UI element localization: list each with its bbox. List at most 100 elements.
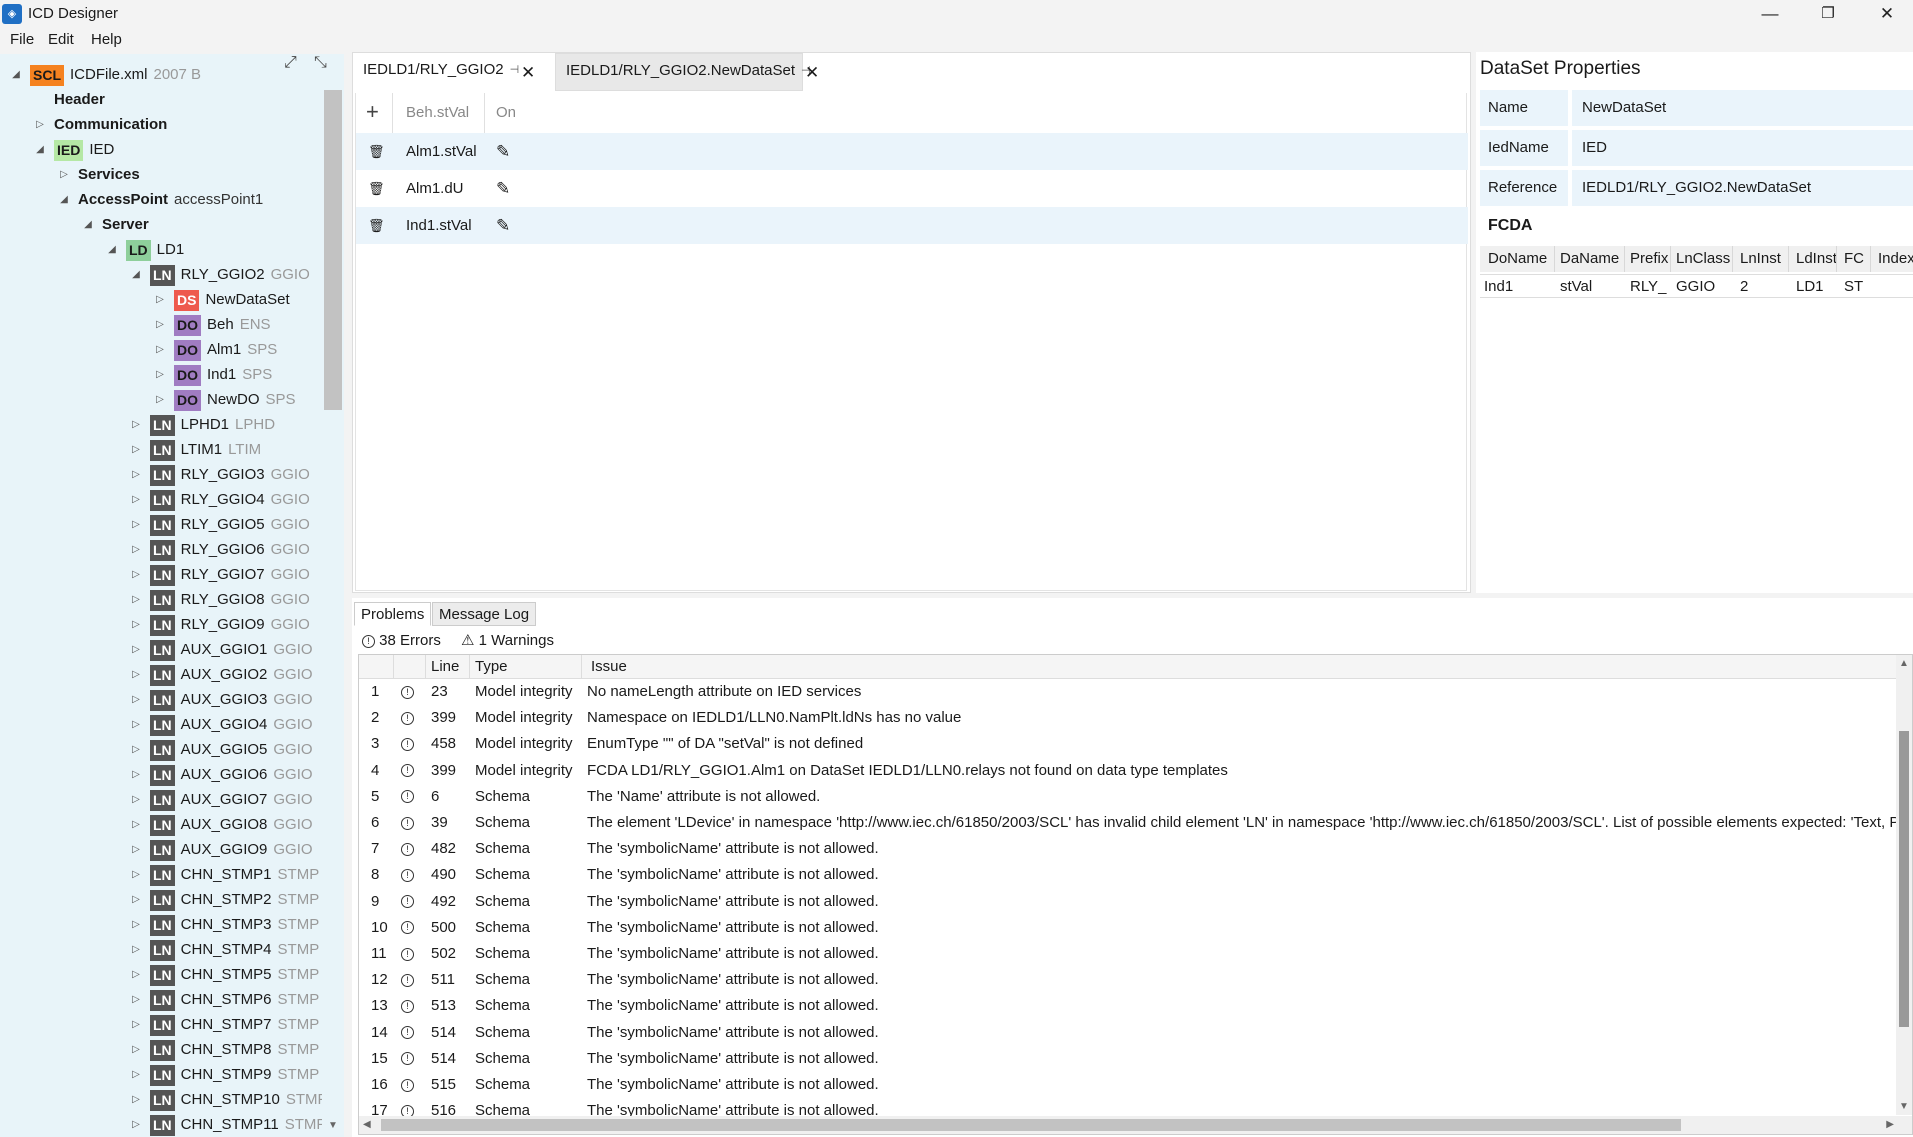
- issues-hscrollbar[interactable]: ◀ ▶: [359, 1116, 1912, 1134]
- expand-caret-icon[interactable]: ▷: [154, 312, 166, 337]
- fcda-row[interactable]: Ind1 stVal RLY_ GGIO 2 LD1 ST: [1480, 274, 1913, 298]
- menu-help[interactable]: Help: [91, 31, 122, 48]
- property-value[interactable]: IED: [1572, 130, 1913, 166]
- issue-row[interactable]: 2! 399 Model integrity Namespace on IEDLD1/…: [359, 705, 1899, 731]
- expand-caret-icon[interactable]: ▷: [130, 462, 142, 487]
- issues-hscroll-thumb[interactable]: [381, 1119, 1681, 1131]
- issue-row[interactable]: 15! 514 Schema The 'symbolicName' attribute…: [359, 1046, 1899, 1072]
- issue-row[interactable]: 9! 492 Schema The 'symbolicName' attribute …: [359, 889, 1899, 915]
- collapse-caret-icon[interactable]: ◢: [34, 137, 46, 162]
- add-icon[interactable]: +: [366, 99, 379, 125]
- dataset-row[interactable]: 🗑 Ind1.stVal ✎: [356, 207, 1468, 244]
- expand-caret-icon[interactable]: ▷: [130, 712, 142, 737]
- issues-vscroll-thumb[interactable]: [1899, 731, 1909, 1027]
- expand-caret-icon[interactable]: ▷: [58, 162, 70, 187]
- fcda-column-header[interactable]: DaName: [1560, 246, 1619, 272]
- tab-problems[interactable]: Problems: [354, 602, 432, 626]
- expand-caret-icon[interactable]: ▷: [154, 337, 166, 362]
- collapse-caret-icon[interactable]: ◢: [82, 212, 94, 237]
- expand-caret-icon[interactable]: ▷: [130, 1012, 142, 1037]
- expand-caret-icon[interactable]: ▷: [130, 1087, 142, 1112]
- issue-row[interactable]: 8! 490 Schema The 'symbolicName' attribute …: [359, 862, 1899, 888]
- expand-caret-icon[interactable]: ▷: [130, 437, 142, 462]
- issue-row[interactable]: 13! 513 Schema The 'symbolicName' attribute…: [359, 993, 1899, 1019]
- col-type[interactable]: Type: [475, 655, 508, 679]
- expand-caret-icon[interactable]: ▷: [154, 362, 166, 387]
- tab-message-log[interactable]: Message Log: [432, 602, 537, 626]
- expand-caret-icon[interactable]: ▷: [130, 487, 142, 512]
- warnings-count[interactable]: 1 Warnings: [479, 632, 554, 649]
- close-tab-icon[interactable]: ✕: [805, 63, 819, 83]
- expand-caret-icon[interactable]: ▷: [130, 937, 142, 962]
- property-value[interactable]: IEDLD1/RLY_GGIO2.NewDataSet: [1572, 170, 1913, 206]
- issue-row[interactable]: 1! 23 Model integrity No nameLength attribu…: [359, 679, 1899, 705]
- issue-row[interactable]: 11! 502 Schema The 'symbolicName' attribute…: [359, 941, 1899, 967]
- expand-caret-icon[interactable]: ▷: [130, 687, 142, 712]
- fcda-column-header[interactable]: Prefix: [1630, 246, 1668, 272]
- pin-icon[interactable]: ⊣: [510, 64, 520, 76]
- edit-icon[interactable]: ✎: [496, 170, 510, 207]
- expand-all-icon[interactable]: ⤢: [284, 54, 297, 72]
- expand-caret-icon[interactable]: ▷: [130, 562, 142, 587]
- dataset-row[interactable]: 🗑 Alm1.dU ✎: [356, 170, 1468, 207]
- col-line[interactable]: Line: [431, 655, 459, 679]
- expand-caret-icon[interactable]: ▷: [130, 837, 142, 862]
- expand-caret-icon[interactable]: ▷: [130, 412, 142, 437]
- edit-icon[interactable]: ✎: [496, 133, 510, 170]
- fcda-column-header[interactable]: Index: [1878, 246, 1913, 272]
- issue-row[interactable]: 5! 6 Schema The 'Name' attribute is not all…: [359, 784, 1899, 810]
- expand-caret-icon[interactable]: ▷: [34, 112, 46, 137]
- expand-caret-icon[interactable]: ▷: [130, 662, 142, 687]
- maximize-button[interactable]: ❐: [1805, 0, 1851, 28]
- expand-caret-icon[interactable]: ▷: [130, 962, 142, 987]
- property-value[interactable]: NewDataSet: [1572, 90, 1913, 126]
- issue-row[interactable]: 6! 39 Schema The element 'LDevice' in names…: [359, 810, 1899, 836]
- expand-caret-icon[interactable]: ▷: [130, 737, 142, 762]
- expand-caret-icon[interactable]: ▷: [130, 1037, 142, 1062]
- fcda-column-header[interactable]: LnInst: [1740, 246, 1781, 272]
- issue-row[interactable]: 3! 458 Model integrity EnumType "" of DA "s…: [359, 731, 1899, 757]
- minimize-button[interactable]: —: [1747, 0, 1793, 28]
- issue-row[interactable]: 4! 399 Model integrity FCDA LD1/RLY_GGIO1.A…: [359, 758, 1899, 784]
- expand-caret-icon[interactable]: ▷: [130, 862, 142, 887]
- expand-caret-icon[interactable]: ▷: [130, 787, 142, 812]
- expand-caret-icon[interactable]: ▷: [130, 912, 142, 937]
- trash-icon[interactable]: 🗑: [368, 133, 385, 170]
- collapse-caret-icon[interactable]: ◢: [130, 262, 142, 287]
- issues-vscrollbar[interactable]: ▲ ▼: [1896, 655, 1912, 1115]
- issue-row[interactable]: 14! 514 Schema The 'symbolicName' attribute…: [359, 1020, 1899, 1046]
- tree-scrollbar-thumb[interactable]: [324, 90, 342, 410]
- fcda-column-header[interactable]: LnClass: [1676, 246, 1730, 272]
- expand-caret-icon[interactable]: ▷: [130, 812, 142, 837]
- errors-count[interactable]: 38 Errors: [379, 632, 441, 649]
- expand-caret-icon[interactable]: ▷: [154, 387, 166, 412]
- expand-caret-icon[interactable]: ▷: [130, 587, 142, 612]
- dataset-row[interactable]: 🗑 Alm1.stVal ✎: [356, 133, 1468, 170]
- tree-scrollbar[interactable]: ▼: [322, 90, 344, 1137]
- issue-row[interactable]: 12! 511 Schema The 'symbolicName' attribute…: [359, 967, 1899, 993]
- issue-row[interactable]: 16! 515 Schema The 'symbolicName' attribute…: [359, 1072, 1899, 1098]
- collapse-caret-icon[interactable]: ◢: [10, 62, 22, 87]
- collapse-all-icon[interactable]: ⤡: [314, 54, 327, 72]
- expand-caret-icon[interactable]: ▷: [154, 287, 166, 312]
- close-tab-icon[interactable]: ✕: [521, 63, 535, 83]
- edit-icon[interactable]: ✎: [496, 207, 510, 244]
- fcda-column-header[interactable]: LdInst: [1796, 246, 1837, 272]
- expand-caret-icon[interactable]: ▷: [130, 1112, 142, 1137]
- fcda-column-header[interactable]: DoName: [1488, 246, 1547, 272]
- expand-caret-icon[interactable]: ▷: [130, 537, 142, 562]
- expand-caret-icon[interactable]: ▷: [130, 762, 142, 787]
- issue-row[interactable]: 7! 482 Schema The 'symbolicName' attribute …: [359, 836, 1899, 862]
- menu-file[interactable]: File: [10, 31, 34, 48]
- expand-caret-icon[interactable]: ▷: [130, 512, 142, 537]
- expand-caret-icon[interactable]: ▷: [130, 887, 142, 912]
- trash-icon[interactable]: 🗑: [368, 207, 385, 244]
- expand-caret-icon[interactable]: ▷: [130, 612, 142, 637]
- trash-icon[interactable]: 🗑: [368, 170, 385, 207]
- fcda-column-header[interactable]: FC: [1844, 246, 1864, 272]
- collapse-caret-icon[interactable]: ◢: [58, 187, 70, 212]
- scroll-down-icon[interactable]: ▼: [328, 1120, 338, 1131]
- close-button[interactable]: ✕: [1864, 0, 1910, 28]
- expand-caret-icon[interactable]: ▷: [130, 637, 142, 662]
- expand-caret-icon[interactable]: ▷: [130, 1062, 142, 1087]
